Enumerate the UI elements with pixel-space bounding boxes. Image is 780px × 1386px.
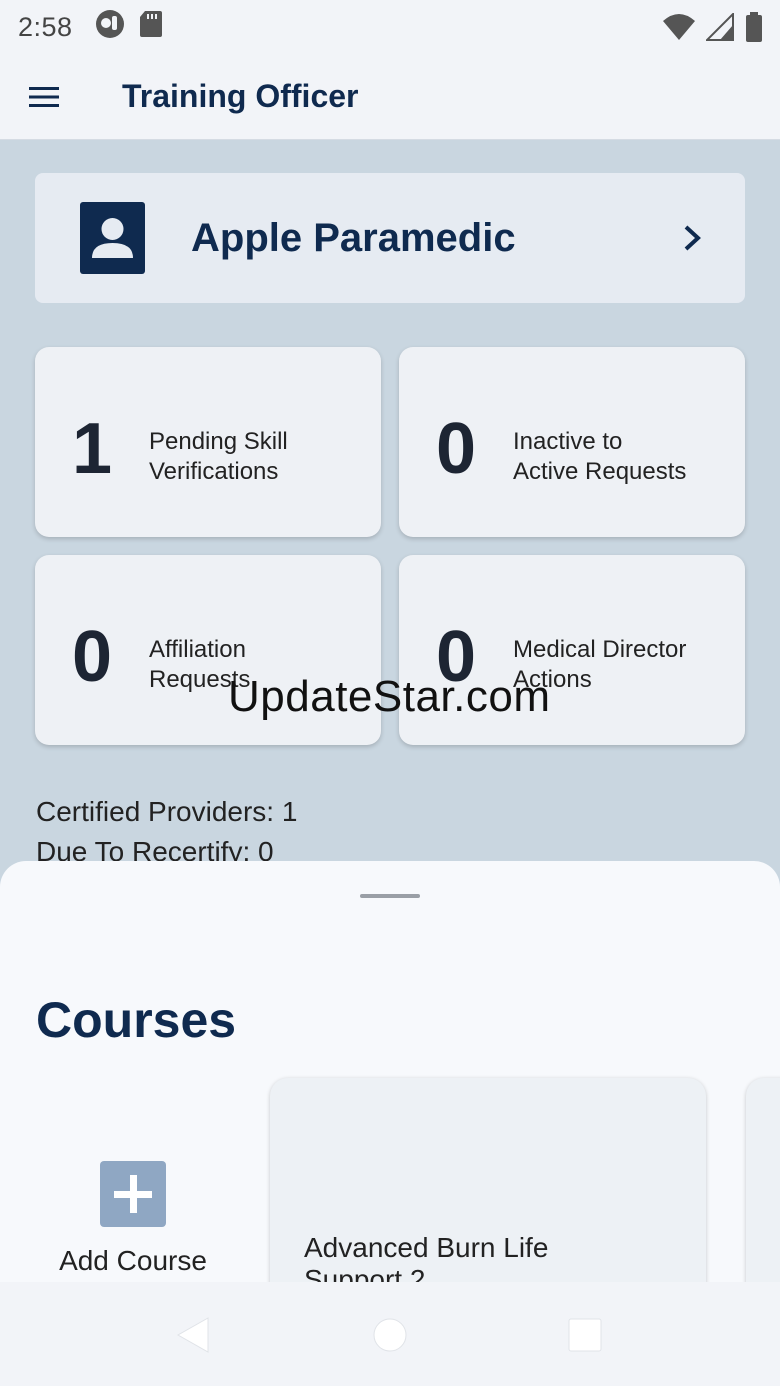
courses-heading: Courses <box>36 992 237 1048</box>
stat-count: 0 <box>435 409 477 489</box>
add-course-button[interactable]: Add Course <box>36 1161 230 1277</box>
signal-icon <box>704 11 734 48</box>
stat-card-inactive-to-active-requests[interactable]: 0 Inactive to Active Requests <box>399 347 745 537</box>
course-title: Advanced Burn Life Support 2 <box>304 1232 549 1282</box>
stat-label: Inactive to Active Requests <box>513 428 687 485</box>
chevron-right-icon <box>681 223 705 253</box>
course-card[interactable]: Advanced Burn Life Support 2 <box>270 1078 706 1282</box>
stat-card-affiliation-requests[interactable]: 0 Affiliation Requests <box>35 555 381 745</box>
provider-summary: Certified Providers: 1 Due To Recertify:… <box>36 792 297 872</box>
profile-name: Apple Paramedic <box>191 215 516 260</box>
add-icon <box>100 1161 166 1227</box>
home-icon[interactable] <box>373 1316 407 1359</box>
account-box-icon <box>80 202 145 274</box>
course-card-next[interactable] <box>746 1078 780 1282</box>
system-nav-bar <box>0 1282 780 1386</box>
circle-app-icon <box>95 9 125 46</box>
page-title: Training Officer <box>122 78 359 114</box>
drag-handle[interactable] <box>360 894 420 898</box>
stat-count: 0 <box>71 617 113 697</box>
back-icon[interactable] <box>176 1316 210 1359</box>
sd-card-icon <box>139 10 163 45</box>
status-bar: 2:58 <box>0 0 780 54</box>
profile-card[interactable]: Apple Paramedic <box>35 173 745 303</box>
stat-card-medical-director-actions[interactable]: 0 Medical Director Actions <box>399 555 745 745</box>
hamburger-menu-icon[interactable] <box>14 67 74 127</box>
stat-count: 1 <box>71 409 113 489</box>
recents-icon[interactable] <box>568 1316 602 1359</box>
battery-icon <box>744 12 764 49</box>
stat-label: Pending Skill Verifications <box>149 428 288 485</box>
wifi-icon <box>662 13 696 48</box>
stat-label: Medical Director Actions <box>513 636 687 693</box>
courses-bottom-sheet[interactable]: Courses Add Course Advanced Burn Life Su… <box>0 861 780 1282</box>
add-course-label: Add Course <box>59 1245 207 1276</box>
stat-label: Affiliation Requests <box>149 636 251 693</box>
certified-providers-text: Certified Providers: 1 <box>36 796 298 827</box>
app-bar: Training Officer <box>0 54 780 140</box>
stat-count: 0 <box>435 617 477 697</box>
status-time: 2:58 <box>18 11 73 42</box>
stat-card-pending-skill-verifications[interactable]: 1 Pending Skill Verifications <box>35 347 381 537</box>
